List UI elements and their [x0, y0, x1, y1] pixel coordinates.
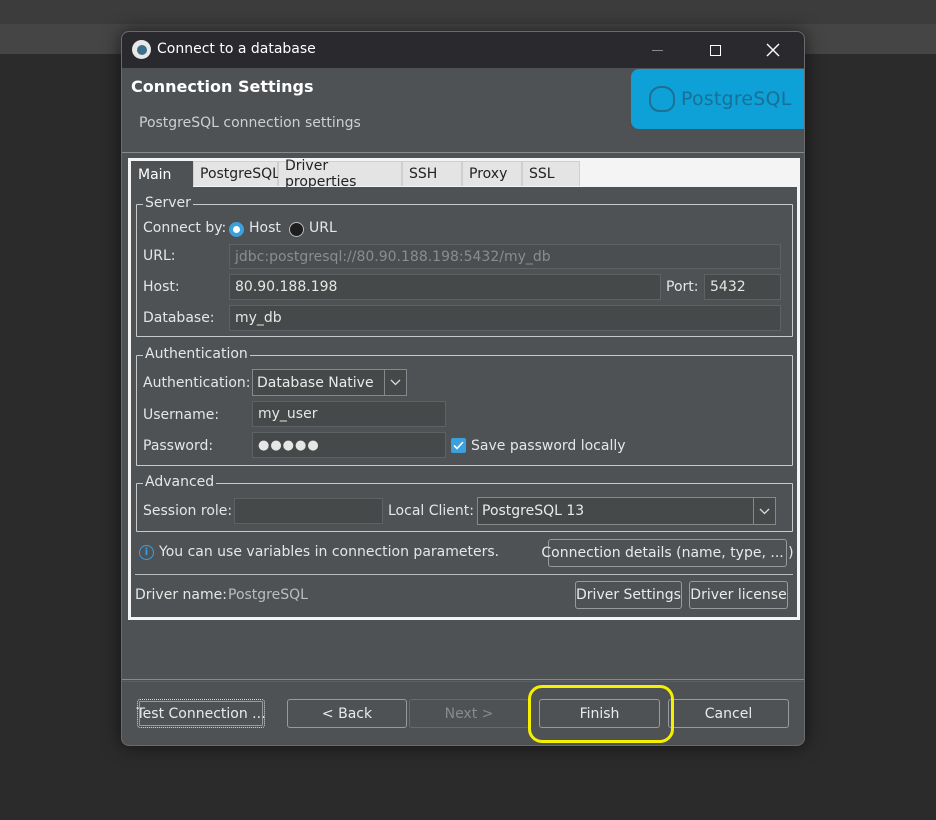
test-connection-button[interactable]: Test Connection ... [136, 699, 266, 728]
tab-bar: Main PostgreSQL Driver properties SSH Pr… [131, 158, 580, 190]
server-legend: Server [143, 195, 193, 211]
authentication-legend: Authentication [143, 346, 250, 362]
advanced-legend: Advanced [143, 474, 217, 490]
logo-text: PostgreSQL [681, 88, 792, 110]
tab-main[interactable]: Main [131, 161, 193, 188]
title-bar: Connect to a database [122, 32, 804, 68]
tab-driver-properties[interactable]: Driver properties [278, 158, 402, 190]
chevron-down-icon [753, 498, 775, 524]
driver-divider [135, 574, 793, 575]
tab-proxy[interactable]: Proxy [462, 161, 522, 186]
postgresql-logo: PostgreSQL [631, 69, 804, 129]
url-label: URL: [143, 248, 176, 264]
checkmark-icon [453, 441, 464, 450]
username-field[interactable]: my_user [252, 401, 446, 427]
variables-info-text: You can use variables in connection para… [159, 544, 500, 560]
tab-postgresql[interactable]: PostgreSQL [193, 161, 280, 186]
password-label: Password: [143, 438, 214, 454]
close-icon [766, 43, 780, 57]
page-subtitle: PostgreSQL connection settings [139, 115, 361, 131]
tab-ssh[interactable]: SSH [402, 161, 462, 186]
settings-panel: Main PostgreSQL Driver properties SSH Pr… [128, 158, 800, 620]
maximize-icon [709, 44, 721, 56]
chevron-down-icon [384, 370, 406, 395]
save-password-label[interactable]: Save password locally [471, 438, 626, 454]
close-button[interactable] [744, 32, 802, 68]
back-button[interactable]: < Back [287, 699, 407, 728]
authentication-select[interactable]: Database Native [252, 369, 407, 396]
cancel-button[interactable]: Cancel [668, 699, 789, 728]
connect-dialog: Connect to a database Connection Setting… [121, 31, 805, 746]
host-radio[interactable] [229, 222, 244, 237]
connect-by-label: Connect by: [143, 220, 227, 236]
window-title: Connect to a database [157, 41, 316, 57]
local-client-label: Local Client: [388, 503, 474, 519]
save-password-checkbox[interactable] [451, 438, 466, 453]
main-tab-body: Server Connect by: Host URL URL: jdbc:po… [131, 187, 797, 617]
authentication-select-value: Database Native [257, 374, 374, 391]
elephant-icon [649, 86, 675, 112]
host-field[interactable]: 80.90.188.198 [229, 274, 661, 300]
port-field[interactable]: 5432 [704, 274, 781, 300]
database-label: Database: [143, 310, 215, 326]
tab-ssl[interactable]: SSL [522, 161, 580, 186]
minimize-icon [651, 49, 663, 51]
driver-name-value: PostgreSQL [228, 587, 308, 603]
host-radio-label[interactable]: Host [249, 220, 281, 236]
authentication-label: Authentication: [143, 375, 251, 391]
footer-divider-shadow [122, 681, 804, 682]
page-title: Connection Settings [131, 77, 314, 96]
background-top-bar [0, 0, 936, 24]
driver-name-label: Driver name: [135, 587, 227, 603]
port-label: Port: [666, 279, 699, 295]
info-icon: i [139, 545, 154, 560]
username-label: Username: [143, 407, 220, 423]
driver-license-button[interactable]: Driver license [689, 581, 788, 609]
next-button[interactable]: Next > [409, 699, 529, 728]
database-field[interactable]: my_db [229, 305, 781, 331]
password-field[interactable]: ●●●●● [252, 432, 446, 458]
driver-settings-button[interactable]: Driver Settings [575, 581, 682, 609]
dbeaver-app-icon [132, 40, 151, 59]
header-divider [122, 152, 804, 153]
url-radio[interactable] [289, 222, 304, 237]
maximize-button[interactable] [686, 32, 744, 68]
connection-details-button[interactable]: Connection details (name, type, ... ) [541, 539, 794, 567]
host-label: Host: [143, 279, 180, 295]
finish-highlight-annotation [528, 685, 674, 743]
session-role-field[interactable] [234, 498, 383, 524]
url-radio-label[interactable]: URL [309, 220, 337, 236]
footer-divider [122, 679, 804, 680]
url-field[interactable]: jdbc:postgresql://80.90.188.198:5432/my_… [229, 244, 781, 269]
session-role-label: Session role: [143, 503, 233, 519]
local-client-select-value: PostgreSQL 13 [482, 503, 585, 519]
local-client-select[interactable]: PostgreSQL 13 [477, 497, 776, 525]
minimize-button[interactable] [628, 32, 686, 68]
